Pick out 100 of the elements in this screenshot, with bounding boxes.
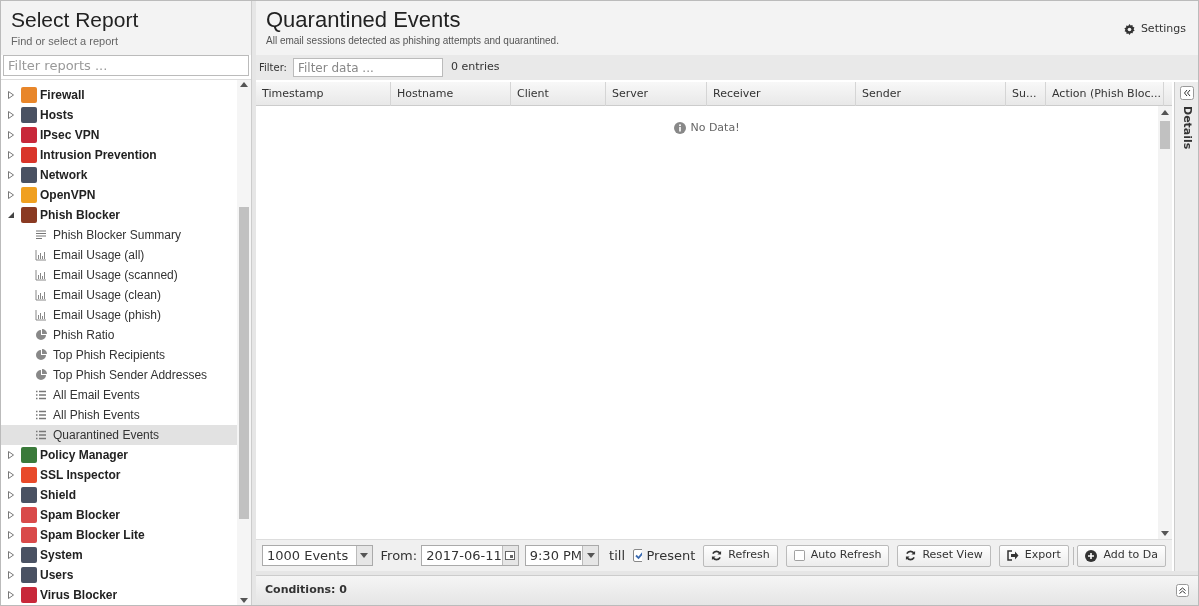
bar-report-icon [35, 309, 47, 321]
filter-data-field[interactable]: Filter data ... [292, 58, 443, 77]
expand-icon[interactable] [1179, 86, 1194, 100]
expander-icon[interactable] [7, 511, 15, 519]
toolbar-button[interactable]: Export [998, 544, 1069, 567]
scroll-up-icon[interactable] [240, 82, 248, 87]
tree-item[interactable]: Phish Ratio [1, 325, 237, 345]
dropdown-caret-icon [586, 553, 595, 558]
tree-item[interactable]: Firewall [40, 86, 85, 104]
expander-icon[interactable] [7, 191, 15, 199]
from-label: From: [380, 546, 418, 565]
settings-button[interactable]: Settings [1123, 21, 1186, 38]
list-report-icon [35, 389, 47, 401]
sidebar-subtitle: Find or select a report [11, 34, 119, 49]
expander-icon[interactable] [7, 211, 15, 219]
calendar-icon [505, 551, 516, 560]
summary-report-icon [35, 229, 47, 241]
expander-icon[interactable] [7, 91, 15, 99]
list-report-icon [35, 409, 47, 421]
column-header[interactable]: Server [606, 82, 707, 106]
expander-icon[interactable] [7, 471, 15, 479]
tree-item[interactable]: Phish Blocker [40, 206, 121, 224]
tree-item[interactable]: Spam Blocker Lite [40, 526, 145, 544]
tree-item[interactable]: System [40, 546, 83, 564]
refresh-icon [711, 550, 723, 561]
toolbar-button[interactable]: Add to Da [1077, 544, 1166, 567]
tree-item[interactable]: Quarantined Events [1, 425, 237, 445]
expander-icon[interactable] [7, 131, 15, 139]
scroll-thumb[interactable] [239, 207, 249, 519]
grid-scrollbar[interactable] [1158, 106, 1172, 539]
tree-item[interactable]: OpenVPN [40, 186, 96, 204]
auto-refresh-checkbox[interactable] [793, 550, 805, 561]
scrollbar[interactable] [237, 80, 251, 605]
tree-item[interactable]: Top Phish Sender Addresses [1, 365, 237, 385]
toolbar-button[interactable]: Reset View [897, 544, 991, 567]
tree-item[interactable]: Email Usage (phish) [1, 305, 237, 325]
scroll-thumb[interactable] [1160, 121, 1170, 149]
column-header[interactable]: Sender [856, 82, 1006, 106]
expander-icon[interactable] [7, 591, 15, 599]
expander-icon[interactable] [7, 451, 15, 459]
tree-item[interactable]: Email Usage (all) [1, 245, 237, 265]
column-header[interactable]: Hostname [391, 82, 511, 106]
column-header[interactable]: Client [511, 82, 606, 106]
tree-item[interactable]: Intrusion Prevention [40, 146, 157, 164]
export-icon [1006, 550, 1019, 561]
expander-icon[interactable] [7, 491, 15, 499]
limit-dropdown[interactable]: 1000 Events [262, 545, 373, 566]
tree-item[interactable]: Virus Blocker [40, 586, 118, 604]
collapse-icon[interactable] [1176, 584, 1189, 597]
details-panel[interactable]: Details [1174, 82, 1198, 571]
tree-item[interactable]: Email Usage (scanned) [1, 265, 237, 285]
toolbar-button[interactable]: Auto Refresh [785, 544, 890, 567]
column-header[interactable]: Su... [1006, 82, 1046, 106]
expander-icon[interactable] [7, 111, 15, 119]
report-title: Quarantined Events [266, 7, 462, 33]
scroll-up-icon[interactable] [1161, 110, 1169, 115]
expander-icon[interactable] [7, 571, 15, 579]
expander-icon[interactable] [7, 171, 15, 179]
conditions-label: Conditions: 0 [265, 582, 347, 599]
column-header[interactable]: Receiver [707, 82, 856, 106]
tree-item[interactable]: Top Phish Recipients [1, 345, 237, 365]
tree-item[interactable]: Users [40, 566, 74, 584]
bar-report-icon [35, 289, 47, 301]
scroll-down-icon[interactable] [1161, 531, 1169, 536]
tree-item[interactable]: Shield [40, 486, 76, 504]
details-label: Details [1179, 106, 1195, 150]
tree-item[interactable]: Phish Blocker Summary [1, 225, 237, 245]
tree-item[interactable]: SSL Inspector [40, 466, 121, 484]
toolbar-button[interactable]: Refresh [703, 544, 778, 567]
report-subtitle: All email sessions detected as phishing attempts and quarantined. [266, 34, 559, 48]
bar-report-icon [35, 249, 47, 261]
filter-label: Filter: [259, 61, 287, 75]
tree-item[interactable]: Network [40, 166, 88, 184]
pie-report-icon [35, 369, 47, 381]
sidebar-title: Select Report [11, 7, 140, 33]
tree-item[interactable]: Email Usage (clean) [1, 285, 237, 305]
tree-item[interactable]: Spam Blocker [40, 506, 121, 524]
tree-item[interactable]: Policy Manager [40, 446, 129, 464]
date-field[interactable]: 2017-06-11 [421, 545, 519, 566]
tree-item[interactable]: Hosts [40, 106, 74, 124]
tree-item[interactable]: All Phish Events [1, 405, 237, 425]
pie-report-icon [35, 329, 47, 341]
entry-count: 0 entries [450, 59, 500, 76]
bar-report-icon [35, 269, 47, 281]
column-header[interactable]: Timestamp [256, 82, 391, 106]
present-label: Present [646, 546, 696, 565]
dropdown-caret-icon [360, 553, 369, 558]
filter-reports-field[interactable]: Filter reports ... [3, 55, 249, 76]
expander-icon[interactable] [7, 531, 15, 539]
present-checkbox[interactable] [633, 549, 643, 562]
add-icon [1085, 549, 1098, 562]
expander-icon[interactable] [7, 551, 15, 559]
time-dropdown[interactable]: 9:30 PM [524, 545, 600, 566]
tree-item[interactable]: All Email Events [1, 385, 237, 405]
expander-icon[interactable] [7, 151, 15, 159]
tree-item[interactable]: IPsec VPN [40, 126, 100, 144]
scroll-down-icon[interactable] [240, 598, 248, 603]
empty-message: No Data! [674, 120, 740, 136]
refresh-icon [905, 550, 917, 561]
pie-report-icon [35, 349, 47, 361]
